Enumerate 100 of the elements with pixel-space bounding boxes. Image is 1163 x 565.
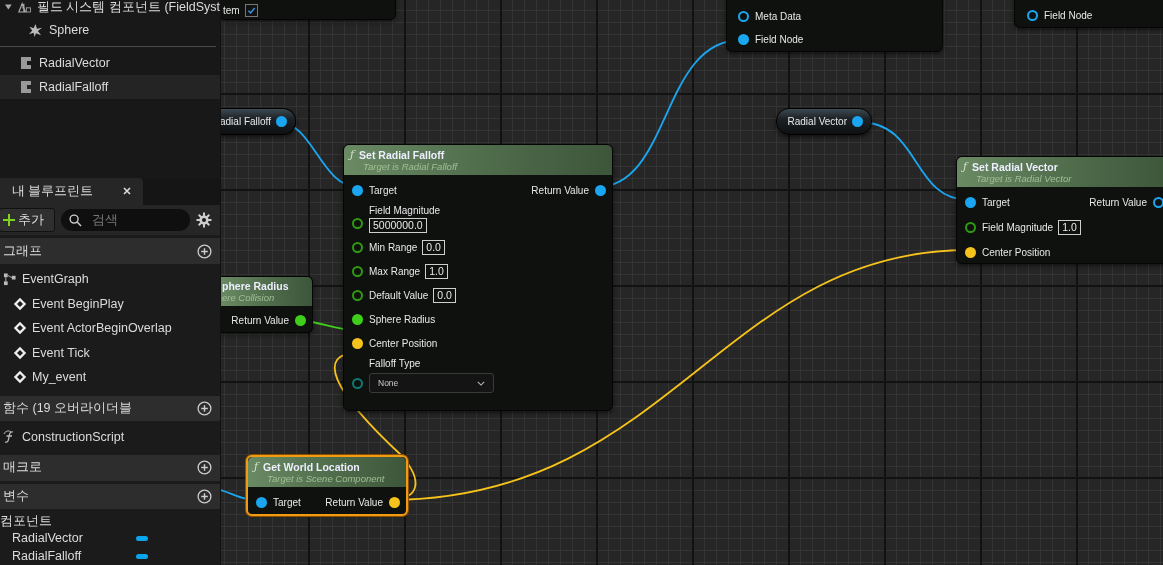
settings-icon[interactable] (196, 212, 212, 229)
pin-label: Return Value (1089, 197, 1147, 208)
pin-label: Return Value (231, 315, 289, 326)
function-node[interactable]: Meta Data Field Node (726, 0, 943, 52)
node-title: phere Radius (222, 280, 289, 292)
pin-label: tem (223, 5, 240, 16)
value-field[interactable]: 1.0 (1058, 220, 1081, 235)
pin-label: Target (982, 197, 1010, 208)
pin-connector[interactable] (352, 290, 363, 301)
pin-label: Falloff Type (369, 358, 421, 369)
node-subtitle: Target is Radial Falloff (362, 161, 459, 172)
pin-label: Target (273, 497, 301, 508)
checkbox[interactable] (244, 4, 258, 17)
tree-item[interactable]: ConstructionScript (0, 424, 220, 449)
pin-label: Default Value (369, 290, 429, 301)
component-icon (19, 56, 33, 70)
pin-connector[interactable] (352, 314, 363, 325)
node-title: Set Radial Vector (972, 160, 1058, 173)
pin-label: Field Node (1044, 10, 1093, 21)
pin-connector[interactable] (275, 116, 287, 127)
close-icon[interactable] (123, 187, 131, 196)
pin-label: Max Range (369, 266, 421, 277)
pin-connector[interactable] (1027, 10, 1038, 21)
tree-item[interactable]: RadialFalloff (0, 75, 220, 99)
panel-tab[interactable]: 내 블루프린트 (0, 178, 143, 205)
add-icon[interactable] (197, 489, 212, 504)
burst-icon (28, 22, 43, 38)
section-title: 그래프 (3, 242, 42, 260)
chevron-down-icon (477, 380, 485, 386)
pin-label: Min Range (369, 242, 418, 253)
tree-item[interactable]: Event ActorBeginOverlap (0, 316, 220, 341)
variable-item[interactable]: RadialFalloff (0, 547, 220, 565)
tree-item[interactable]: RadialVector (0, 51, 220, 75)
expand-arrow-icon[interactable] (5, 4, 12, 10)
pin-label: Field Node (755, 34, 804, 45)
pin-connector[interactable] (352, 242, 363, 253)
pin-connector[interactable] (389, 497, 400, 508)
pin-connector[interactable] (1153, 197, 1163, 208)
tree-item[interactable]: My_event (0, 365, 220, 390)
pin-connector[interactable] (965, 197, 976, 208)
pin-connector[interactable] (295, 315, 306, 326)
pin-label: Center Position (369, 338, 438, 349)
node-subtitle: Target is Radial Vector (975, 173, 1073, 184)
pin-connector[interactable] (256, 497, 267, 508)
pin-connector[interactable] (352, 218, 363, 229)
value-field[interactable]: 0.0 (433, 288, 456, 303)
function-node[interactable]: tem (221, 0, 396, 20)
section-title: 함수 (19 오버라이더블 (3, 400, 132, 418)
variable-node[interactable]: adial Falloff (221, 108, 296, 135)
pin-label: Target (369, 185, 397, 196)
add-icon[interactable] (197, 460, 212, 476)
pin-connector[interactable] (738, 34, 749, 45)
variable-item[interactable]: RadialVector (0, 529, 220, 548)
pin-connector[interactable] (965, 222, 976, 233)
value-field[interactable]: 0.0 (422, 240, 445, 255)
pin-connector[interactable] (352, 266, 363, 277)
function-node[interactable]: ƒ Set Radial Falloff Target is Radial Falloff Target Field Magnitude 5000000.0 Min Range 0.0 Max Range 1.0 Default Value 0.0 Sphere Radius Center Position Falloff Type None Return Value (343, 144, 613, 411)
tree-item[interactable]: 필드 시스템 컴포넌트 (FieldSyst (0, 0, 220, 18)
section-header[interactable]: 매크로 (0, 454, 220, 481)
category-label: 컴포넌트 (0, 513, 53, 530)
function-node[interactable]: ƒ Set Radial Vector Target is Radial Vector Target Field Magnitude 1.0 Center Position Return Value (956, 156, 1163, 264)
event-icon (13, 345, 27, 360)
pin-label: Center Position (982, 247, 1051, 258)
add-button[interactable]: 추가 (0, 208, 55, 233)
node-title: Get World Location (263, 460, 360, 473)
pin-connector[interactable] (595, 185, 606, 196)
add-icon[interactable] (197, 401, 212, 417)
search-field[interactable]: 검색 (61, 209, 190, 232)
pin-connector[interactable] (352, 338, 363, 349)
function-node[interactable]: Field Node (1014, 0, 1163, 28)
pin-connector[interactable] (738, 11, 749, 22)
dropdown[interactable]: None (369, 373, 494, 393)
graph-icon (3, 272, 17, 286)
tree-item[interactable]: Sphere (0, 18, 220, 42)
pin-label: Field Magnitude (982, 222, 1054, 233)
search-input[interactable]: 검색 (90, 212, 174, 229)
tree-item[interactable]: Event Tick (0, 340, 220, 366)
tree-item[interactable]: Event BeginPlay (0, 291, 220, 317)
section-header[interactable]: 변수 (0, 483, 220, 510)
event-icon (13, 296, 27, 311)
section-header[interactable]: 그래프 (0, 238, 220, 265)
add-icon[interactable] (197, 243, 212, 259)
value-field[interactable]: 1.0 (425, 264, 448, 279)
field-system-icon (17, 0, 31, 14)
node-title: Set Radial Falloff (359, 148, 445, 161)
component-icon (19, 80, 33, 94)
section-title: 변수 (3, 488, 29, 505)
tree-item[interactable]: EventGraph (0, 267, 220, 292)
pin-connector[interactable] (852, 116, 863, 127)
function-icon: ƒ (350, 148, 355, 161)
variable-node[interactable]: Radial Vector (776, 108, 872, 135)
pin-connector[interactable] (352, 185, 363, 196)
section-header[interactable]: 함수 (19 오버라이더블 (0, 395, 220, 422)
node-title: Radial Vector (787, 116, 847, 127)
function-node[interactable]: ƒ Get World Location Target is Scene Component Target Return Value (246, 455, 408, 516)
pin-label: Field Magnitude (369, 205, 441, 216)
search-icon (69, 213, 82, 227)
node-title: adial Falloff (221, 116, 271, 127)
pin-connector[interactable] (965, 247, 976, 258)
value-field[interactable]: 5000000.0 (369, 218, 427, 233)
